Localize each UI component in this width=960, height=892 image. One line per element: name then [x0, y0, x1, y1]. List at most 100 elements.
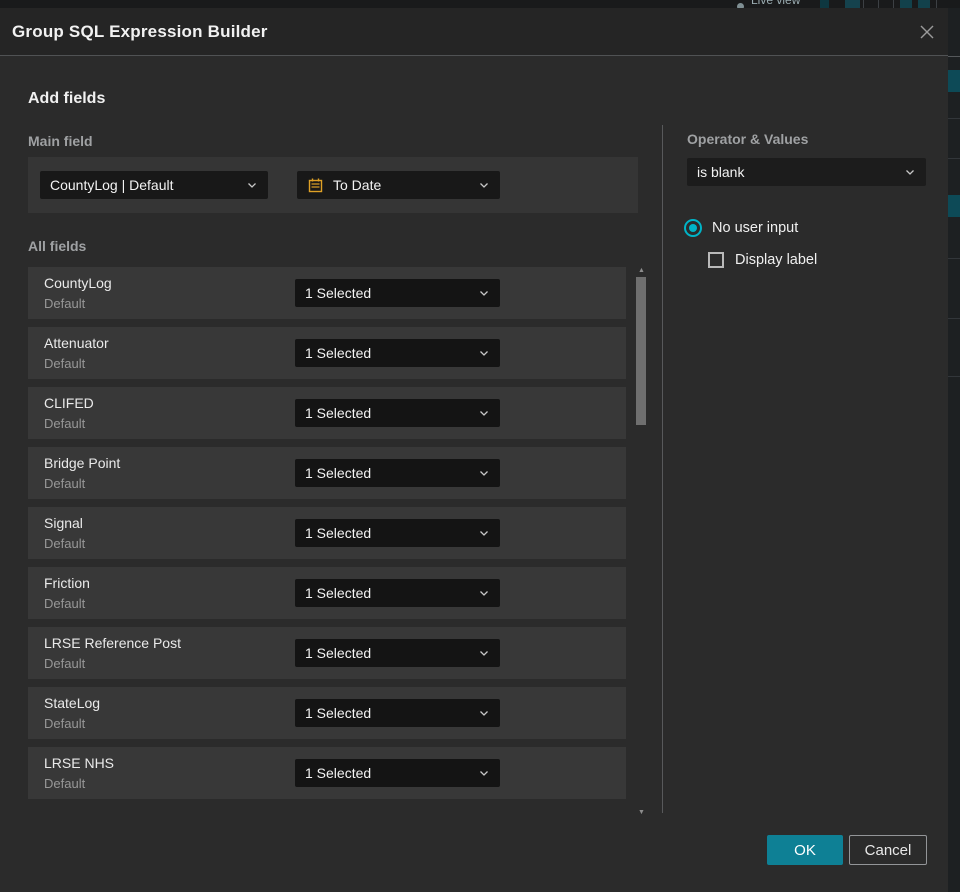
field-layer-sub-label: Default [44, 656, 86, 671]
toolbar-separator [893, 0, 894, 8]
main-field-dropdown[interactable]: To Date [297, 171, 500, 199]
field-selected-value: 1 Selected [305, 765, 372, 781]
field-row: Friction Default 1 Selected [28, 567, 626, 619]
field-name: StateLog [44, 695, 101, 711]
field-selected-dropdown[interactable]: 1 Selected [295, 279, 500, 307]
field-name: LRSE NHS [44, 755, 115, 771]
background-app-sliver [948, 8, 960, 892]
main-field-dropdown-value: To Date [333, 177, 382, 193]
main-layer-dropdown[interactable]: CountyLog | Default [40, 171, 268, 199]
group-sql-expression-builder-dialog: Group SQL Expression Builder Add fields … [0, 8, 948, 892]
field-layer-sub-label: Default [44, 716, 86, 731]
field-name: Signal [44, 515, 83, 531]
chevron-down-icon [478, 647, 490, 659]
field-row: StateLog Default 1 Selected [28, 687, 626, 739]
field-layer-sub-label: Default [44, 356, 86, 371]
toolbar-separator [878, 0, 879, 8]
chevron-down-icon [478, 767, 490, 779]
all-fields-label: All fields [28, 238, 87, 254]
toolbar-chip [820, 0, 829, 8]
field-row: CLIFED Default 1 Selected [28, 387, 626, 439]
chevron-down-icon [478, 527, 490, 539]
chevron-down-icon [904, 166, 916, 178]
no-user-input-label: No user input [712, 220, 799, 236]
field-selected-value: 1 Selected [305, 285, 372, 301]
chevron-down-icon [246, 179, 258, 191]
field-selected-dropdown[interactable]: 1 Selected [295, 639, 500, 667]
chevron-down-icon [478, 467, 490, 479]
field-selected-value: 1 Selected [305, 705, 372, 721]
checkbox-unchecked-icon [708, 251, 724, 268]
close-button[interactable] [914, 19, 940, 45]
scrollbar-down-icon[interactable]: ▼ [634, 807, 649, 817]
field-row: LRSE Reference Post Default 1 Selected [28, 627, 626, 679]
live-view-label: Live view [751, 0, 801, 7]
field-selected-value: 1 Selected [305, 405, 372, 421]
all-fields-list: CountyLog Default 1 Selected Attenuator … [28, 267, 626, 799]
field-selected-dropdown[interactable]: 1 Selected [295, 579, 500, 607]
field-row: LRSE NHS Default 1 Selected [28, 747, 626, 799]
field-name: CLIFED [44, 395, 94, 411]
dialog-title: Group SQL Expression Builder [12, 22, 268, 41]
field-row: CountyLog Default 1 Selected [28, 267, 626, 319]
close-icon [920, 25, 934, 39]
field-selected-dropdown[interactable]: 1 Selected [295, 699, 500, 727]
toolbar-separator [936, 0, 937, 8]
field-layer-sub-label: Default [44, 296, 86, 311]
toolbar-chip [845, 0, 860, 8]
toolbar-chip [900, 0, 912, 8]
sliver-separator [948, 258, 960, 259]
scrollbar-thumb[interactable] [636, 277, 646, 425]
add-fields-heading: Add fields [28, 90, 106, 107]
field-layer-sub-label: Default [44, 536, 86, 551]
display-label-checkbox[interactable]: Display label [708, 251, 817, 268]
display-label-label: Display label [735, 251, 818, 268]
background-app-toolbar: Live view [0, 0, 960, 8]
field-name: Friction [44, 575, 90, 591]
sliver-line [948, 56, 960, 57]
ok-button[interactable]: OK [767, 835, 843, 865]
field-selected-dropdown[interactable]: 1 Selected [295, 759, 500, 787]
field-row: Bridge Point Default 1 Selected [28, 447, 626, 499]
field-selected-value: 1 Selected [305, 585, 372, 601]
scrollbar-up-icon[interactable]: ▲ [634, 265, 649, 275]
operator-dropdown-value: is blank [697, 164, 745, 180]
field-layer-sub-label: Default [44, 416, 86, 431]
field-selected-dropdown[interactable]: 1 Selected [295, 399, 500, 427]
sliver-separator [948, 376, 960, 377]
field-row: Signal Default 1 Selected [28, 507, 626, 559]
field-selected-value: 1 Selected [305, 465, 372, 481]
sliver-separator [948, 318, 960, 319]
cancel-button[interactable]: Cancel [849, 835, 927, 865]
chevron-down-icon [478, 179, 490, 191]
toolbar-chip [918, 0, 930, 8]
sliver-separator [948, 118, 960, 119]
fields-scrollbar[interactable]: ▲ ▼ [634, 265, 649, 817]
calendar-icon [307, 177, 324, 194]
main-field-label: Main field [28, 133, 93, 149]
toolbar-separator [863, 0, 864, 8]
field-selected-dropdown[interactable]: 1 Selected [295, 459, 500, 487]
panel-divider [662, 125, 663, 813]
main-field-box: CountyLog | Default To Date [28, 157, 638, 213]
operator-values-label: Operator & Values [687, 131, 809, 147]
radio-selected-icon [684, 219, 702, 237]
field-selected-dropdown[interactable]: 1 Selected [295, 519, 500, 547]
dialog-titlebar: Group SQL Expression Builder [0, 8, 948, 56]
field-selected-dropdown[interactable]: 1 Selected [295, 339, 500, 367]
operator-dropdown[interactable]: is blank [687, 158, 926, 186]
field-row: Attenuator Default 1 Selected [28, 327, 626, 379]
field-name: Bridge Point [44, 455, 121, 471]
field-layer-sub-label: Default [44, 476, 86, 491]
no-user-input-radio[interactable]: No user input [684, 219, 798, 237]
field-layer-sub-label: Default [44, 776, 86, 791]
chevron-down-icon [478, 707, 490, 719]
chevron-down-icon [478, 407, 490, 419]
field-name: Attenuator [44, 335, 109, 351]
sliver-separator [948, 158, 960, 159]
field-selected-value: 1 Selected [305, 645, 372, 661]
chevron-down-icon [478, 347, 490, 359]
main-layer-dropdown-value: CountyLog | Default [50, 177, 174, 193]
chevron-down-icon [478, 587, 490, 599]
field-selected-value: 1 Selected [305, 345, 372, 361]
